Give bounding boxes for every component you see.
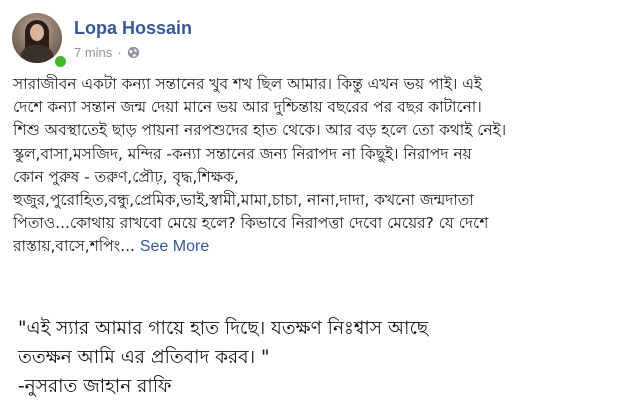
- meta-separator: ·: [117, 45, 122, 60]
- post-meta: 7 mins ·: [74, 45, 140, 60]
- post-timestamp[interactable]: 7 mins: [74, 45, 112, 60]
- author-name[interactable]: Lopa Hossain: [74, 18, 192, 39]
- facebook-post: Lopa Hossain 7 mins · সারাজীবন একটা কন্য…: [0, 0, 640, 290]
- globe-icon[interactable]: [127, 46, 140, 59]
- avatar-face: [30, 24, 44, 41]
- post-body: সারাজীবন একটা কন্যা সন্তানের খুব শখ ছিল …: [13, 73, 635, 259]
- online-status-icon: [53, 54, 68, 69]
- avatar-body: [20, 45, 54, 63]
- quote-text: "এই স্যার আমার গায়ে হাত দিছে। যতক্ষণ নি…: [18, 318, 429, 397]
- see-more-link[interactable]: See More: [140, 238, 209, 255]
- post-body-text: সারাজীবন একটা কন্যা সন্তানের খুব শখ ছিল …: [13, 75, 507, 256]
